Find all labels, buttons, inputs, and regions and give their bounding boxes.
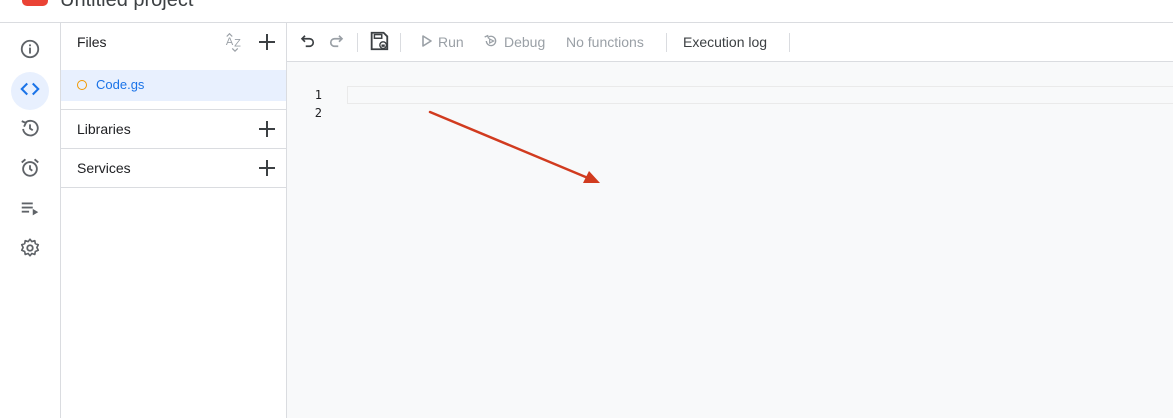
add-service-icon[interactable]: [255, 156, 279, 180]
function-select-value: No functions: [566, 34, 644, 50]
debug-icon: [483, 33, 499, 52]
undo-icon: [299, 32, 317, 53]
add-file-icon[interactable]: [255, 30, 279, 54]
executions-icon: [19, 197, 41, 224]
execution-log-label: Execution log: [683, 34, 768, 50]
toolbar-divider: [400, 33, 401, 52]
editor-icon: [19, 78, 41, 105]
function-select[interactable]: No functions: [566, 23, 644, 61]
play-icon: [421, 34, 433, 50]
run-label: Run: [438, 34, 464, 50]
overview-icon: [19, 38, 41, 65]
file-list-item[interactable]: Code.gs: [61, 70, 286, 101]
libraries-section: Libraries: [61, 109, 286, 148]
file-name: Code.gs: [96, 77, 145, 92]
undo-button[interactable]: [299, 23, 317, 61]
current-line-highlight[interactable]: [347, 86, 1173, 104]
line-number: 1: [314, 88, 322, 102]
toolbar-divider: [666, 33, 667, 52]
overview-button[interactable]: [11, 32, 49, 70]
triggers-icon: [19, 157, 41, 184]
toolbar-divider: [357, 33, 358, 52]
svg-text:Z: Z: [234, 38, 241, 50]
services-label: Services: [77, 160, 131, 176]
debug-button[interactable]: Debug: [483, 23, 545, 61]
services-section: Services: [61, 148, 286, 188]
execution-log-button[interactable]: Execution log: [683, 23, 767, 61]
redo-icon: [327, 32, 345, 53]
top-bar: Untitled project: [0, 0, 1173, 23]
history-button[interactable]: [11, 111, 49, 149]
editor-area: Run Debug No functions Execution log 1 2: [287, 23, 1173, 418]
save-button[interactable]: [368, 23, 390, 61]
add-library-icon[interactable]: [255, 117, 279, 141]
save-icon: [368, 30, 390, 55]
svg-text:A: A: [226, 36, 234, 48]
apps-script-logo: [22, 0, 48, 6]
debug-label: Debug: [504, 34, 546, 50]
gear-icon: [19, 237, 41, 264]
files-header: Files A Z: [61, 23, 286, 61]
triggers-button[interactable]: [11, 151, 49, 189]
run-button[interactable]: Run: [421, 23, 464, 61]
history-icon: [19, 117, 41, 144]
redo-button[interactable]: [327, 23, 345, 61]
editor-toolbar: Run Debug No functions Execution log: [287, 23, 1173, 62]
settings-button[interactable]: [11, 231, 49, 269]
executions-button[interactable]: [11, 191, 49, 229]
files-label: Files: [77, 34, 107, 50]
toolbar-divider: [789, 33, 790, 52]
line-number: 2: [314, 106, 322, 120]
libraries-label: Libraries: [77, 121, 131, 137]
files-panel: Files A Z Code.gs Libraries Services: [61, 23, 287, 418]
editor-button[interactable]: [11, 72, 49, 110]
project-title[interactable]: Untitled project: [60, 0, 193, 12]
unsaved-dot-icon: [77, 80, 87, 90]
sort-az-icon[interactable]: A Z: [223, 30, 247, 54]
nav-rail: [0, 23, 61, 418]
